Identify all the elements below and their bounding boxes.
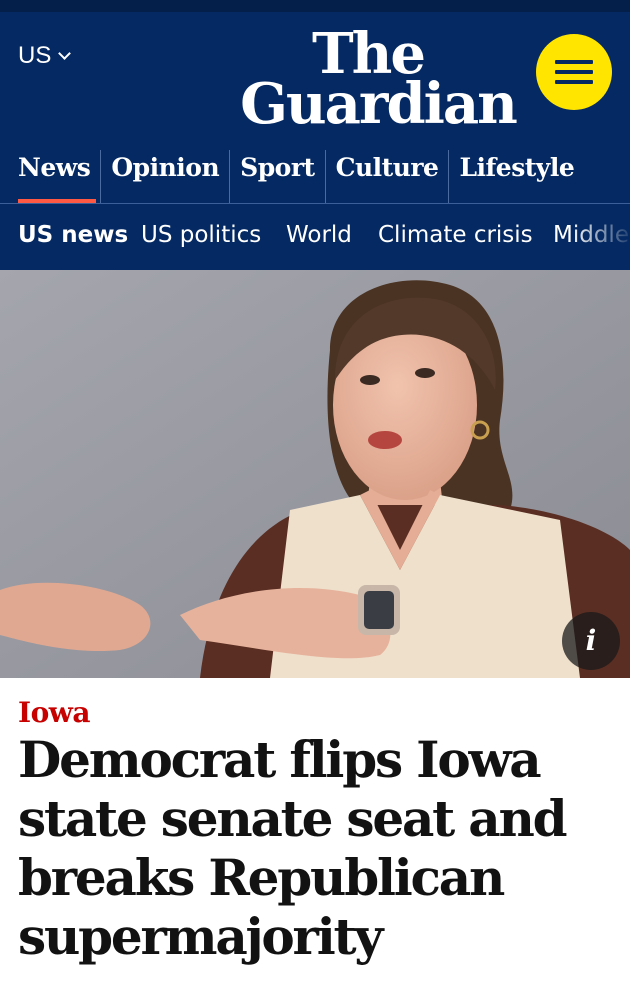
chevron-down-icon <box>58 46 72 60</box>
edition-label: US <box>18 42 52 69</box>
subnav-climate-crisis[interactable]: Climate crisis <box>378 222 533 248</box>
top-strip <box>0 0 630 12</box>
pillar-opinion[interactable]: Opinion <box>100 150 229 204</box>
hamburger-icon-bar <box>555 80 593 84</box>
menu-button[interactable] <box>536 34 612 110</box>
article-headline[interactable]: Democrat flips Iowa state senate seat an… <box>18 730 618 966</box>
pillar-lifestyle[interactable]: Lifestyle <box>448 150 584 204</box>
hamburger-icon-bar <box>555 60 593 64</box>
edition-selector[interactable]: US <box>18 42 72 70</box>
logo-line-2: Guardian <box>240 71 518 137</box>
site-header: US The Guardian News Opinion Sport Cultu… <box>0 12 630 204</box>
hamburger-icon-bar <box>555 70 593 74</box>
hero-image[interactable]: i <box>0 270 630 678</box>
subnav: US news US politics World Climate crisis… <box>0 204 630 270</box>
pillar-nav: News Opinion Sport Culture Lifestyle <box>0 150 584 204</box>
pillar-culture[interactable]: Culture <box>324 150 449 204</box>
pillar-sport[interactable]: Sport <box>229 150 324 204</box>
pillar-news[interactable]: News <box>0 150 100 204</box>
image-info-button[interactable]: i <box>562 612 620 670</box>
guardian-logo[interactable]: The Guardian <box>228 26 528 132</box>
subnav-scroll-fade <box>570 204 630 270</box>
subnav-us-news[interactable]: US news <box>18 222 128 248</box>
subnav-world[interactable]: World <box>286 222 352 248</box>
hero-photo-illustration <box>0 270 630 678</box>
article-kicker[interactable]: Iowa <box>18 696 91 729</box>
subnav-us-politics[interactable]: US politics <box>141 222 261 248</box>
